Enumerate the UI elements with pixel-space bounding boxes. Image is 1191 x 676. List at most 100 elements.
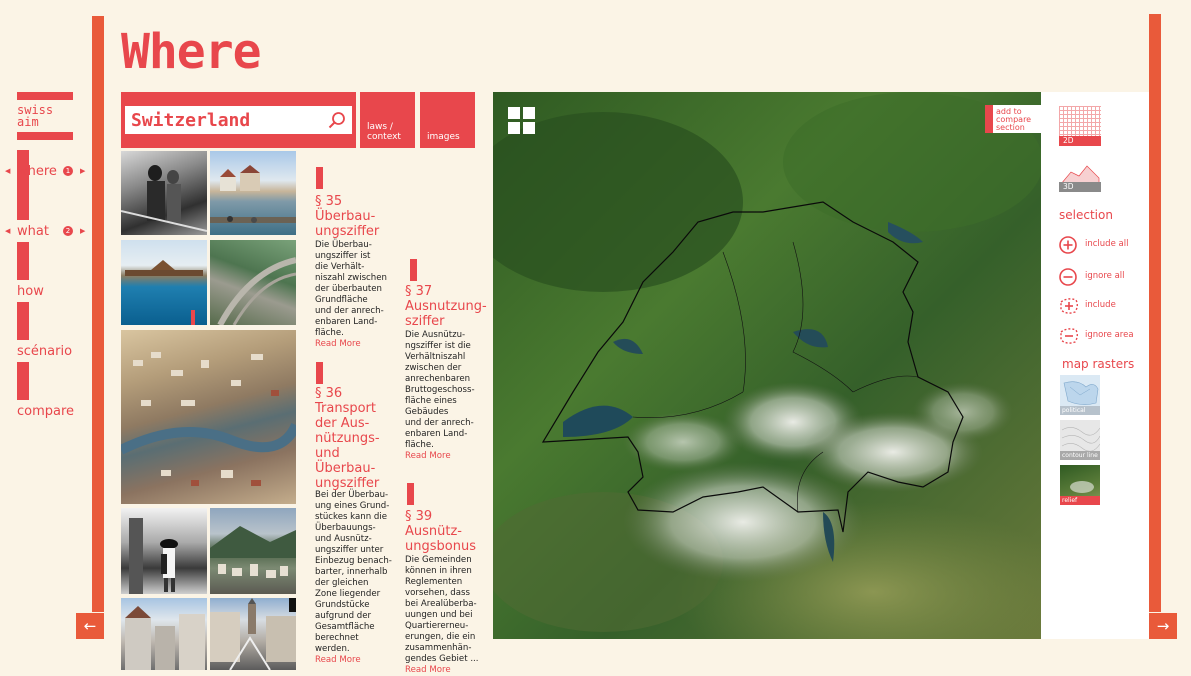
ignore-all-label: ignore all [1085,271,1125,281]
article-body-line: fläche eines [405,396,457,406]
raster-relief[interactable]: relief [1060,465,1100,505]
logo-bar-bottom [17,132,73,140]
view-2d-button[interactable] [1059,106,1101,136]
forward-arrow-button[interactable]: → [1149,613,1177,639]
search-field-frame [125,106,352,134]
search-box [121,92,356,148]
left-frame-bar [92,16,104,612]
tab-context-label: context [367,132,401,142]
article-body: Die Gemeinden können in ihren Reglemente… [405,555,479,676]
raster-contour-line[interactable]: contour line [1060,420,1100,460]
read-more-link[interactable]: Read More [315,339,387,350]
add-compare-label: add to compare section [996,108,1031,132]
article-title[interactable]: § 39 Ausnütz- ungsbonus [405,509,476,554]
selection-heading: selection [1059,208,1113,222]
right-panel: 2D 3D selection include all ignore all i… [1041,92,1149,639]
photo-woman-street[interactable] [121,508,207,594]
article-title[interactable]: § 37 Ausnutzung- sziffer [405,284,487,329]
article-body: Bei der Überbau- ung eines Grund- stücke… [315,490,392,666]
article-body-line: vorsehen, dass [405,588,470,598]
nav-item-scenario[interactable]: scénario [17,344,72,359]
article-body-line: Reglementen [405,577,463,587]
plus-circle-icon [1059,236,1077,254]
article-body-line: und der anrech- [405,418,474,428]
tab-laws-context[interactable]: laws / context [360,92,415,148]
article-body-line: anrechenbaren [405,374,471,384]
article-body-line: gendes Gebiet ... [405,654,479,664]
nav-item-how[interactable]: how [17,284,44,299]
article-body-line: Einbezug benach- [315,556,392,566]
photo-valley-town[interactable] [210,508,296,594]
include-label: include [1085,300,1116,310]
satellite-map[interactable]: add to compare section [493,92,1041,639]
raster-political[interactable]: political [1060,375,1100,415]
article-body-line: Die Gemeinden [405,555,472,565]
triangle-right-icon[interactable]: ▶ [80,167,85,175]
ignore-area-icon [1060,328,1078,344]
triangle-left-icon[interactable]: ◀ [5,227,10,235]
search-icon[interactable] [328,111,346,129]
article-title[interactable]: § 36 Transport der Aus- nützungs- und Üb… [315,386,380,491]
add-compare-line-3: section [996,123,1025,132]
article-body-line: berechnet [315,633,359,643]
article-body-line: können in ihren [405,566,472,576]
article-title-line: nützungs- [315,431,380,446]
arrow-right-icon: → [1156,617,1170,635]
photo-railway-curve[interactable] [210,240,296,325]
article-body-line: Überbauungs- [315,523,376,533]
photo-bridge-river[interactable] [121,240,207,325]
read-more-link[interactable]: Read More [405,665,479,676]
read-more-link[interactable]: Read More [405,451,475,462]
nav-badge-where: 1 [63,166,73,176]
photo-city-street[interactable] [121,598,207,670]
article-body-line: werden. [315,644,350,654]
triangle-left-icon[interactable]: ◀ [5,167,10,175]
arrow-left-icon: ← [83,617,97,635]
nav-item-what[interactable]: what [17,224,49,239]
add-compare-strip [985,105,993,133]
photo-town-square[interactable] [210,598,296,670]
article-title-line: und [315,446,340,461]
map-rasters-heading: map rasters [1062,357,1135,371]
photo-people-station[interactable] [121,151,207,235]
article-title-line: § 39 [405,509,433,524]
tab-images[interactable]: images [420,92,475,148]
back-arrow-button[interactable]: ← [76,613,104,639]
article-body-line: Quartiererneu- [405,621,469,631]
article-body-line: Die Überbau- [315,240,372,250]
photo-scroll-marker[interactable] [289,598,296,612]
article-body-line: die Verhält- [315,262,365,272]
nav-separator [17,242,29,280]
raster-contour-line-label: contour line [1060,451,1100,460]
article-title-line: ungsziffer [315,224,380,239]
logo-bar-top [17,92,73,100]
nav-separator [17,182,29,220]
article-title-line: Überbau- [315,461,376,476]
article-marker [316,362,323,384]
read-more-link[interactable]: Read More [315,655,392,666]
search-input[interactable] [127,106,335,134]
photo-aerial-town[interactable] [121,330,296,504]
view-3d-label: 3D [1059,182,1101,192]
article-body-line: barter, innerhalb [315,567,388,577]
article-body-line: ungsziffer ist [315,251,371,261]
photo-lakeside-town[interactable] [210,151,296,235]
add-to-compare-button[interactable]: add to compare section [985,105,1041,133]
nav-item-compare[interactable]: compare [17,404,74,419]
article-title[interactable]: § 35 Überbau- ungsziffer [315,194,379,239]
page-title: Where [121,24,261,80]
logo[interactable]: swiss aim [17,104,53,128]
article-body-line: der gleichen [315,578,369,588]
article-title-line: ungsziffer [315,476,380,491]
article-body-line: enbaren Land- [405,429,468,439]
triangle-right-icon[interactable]: ▶ [80,227,85,235]
article-marker [316,167,323,189]
nav-item-where[interactable]: where [17,164,57,179]
include-all-label: include all [1085,239,1129,249]
grid-icon[interactable] [508,107,536,135]
ignore-area-label: ignore area [1085,330,1134,340]
article-body-line: zwischen der [405,363,462,373]
article-body-line: Grundfläche [315,295,368,305]
article-body-line: aufgrund der [315,611,372,621]
article-body-line: Verhältniszahl [405,352,466,362]
